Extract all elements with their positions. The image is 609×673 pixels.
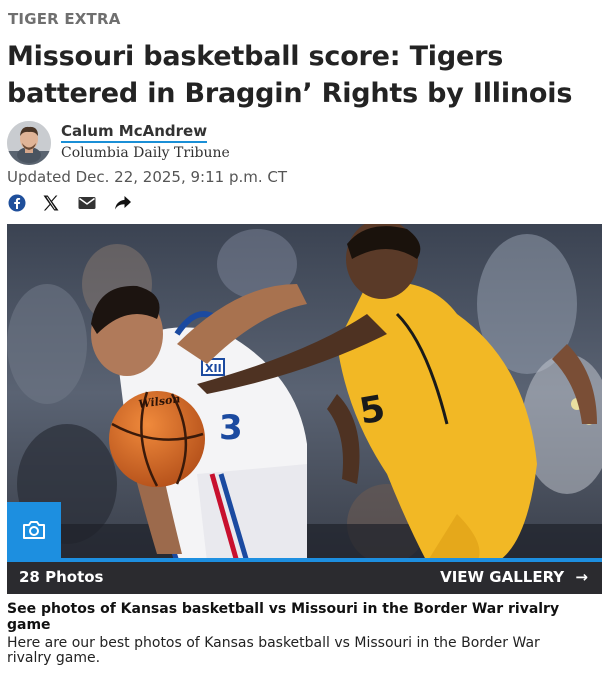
updated-timestamp: Updated Dec. 22, 2025, 9:11 p.m. CT [7,168,288,186]
email-icon[interactable] [77,193,97,213]
section-label[interactable]: TIGER EXTRA [8,10,121,28]
byline: Calum McAndrew Columbia Daily Tribune [7,121,602,167]
x-icon[interactable] [41,193,61,213]
jersey-number-kansas: 3 [219,408,243,448]
author-name-link[interactable]: Calum McAndrew [61,123,208,143]
headline: Missouri basketball score: Tigers batter… [7,41,573,109]
article-page: TIGER EXTRA Missouri basketball score: T… [0,0,609,673]
camera-icon[interactable] [7,502,61,558]
publication-name: Columbia Daily Tribune [61,145,230,161]
view-gallery-button[interactable]: VIEW GALLERY → [440,568,588,586]
conference-patch-text: XII [205,362,222,375]
arrow-right-icon: → [575,568,588,586]
author-avatar[interactable] [7,121,51,165]
share-arrow-icon[interactable] [113,193,133,213]
photo-gallery[interactable]: 3 XII 5 Wilson 28 Photos VIEW GALLERY → [7,224,602,594]
gallery-caption-title[interactable]: See photos of Kansas basketball vs Misso… [7,601,587,633]
photo-count: 28 Photos [19,568,104,586]
gallery-bar: 28 Photos VIEW GALLERY → [7,558,602,594]
view-gallery-label: VIEW GALLERY [440,568,565,586]
gallery-caption-body: Here are our best photos of Kansas baske… [7,635,540,666]
gallery-lead-photo[interactable]: 3 XII 5 Wilson [7,224,602,562]
facebook-icon[interactable] [7,193,27,213]
